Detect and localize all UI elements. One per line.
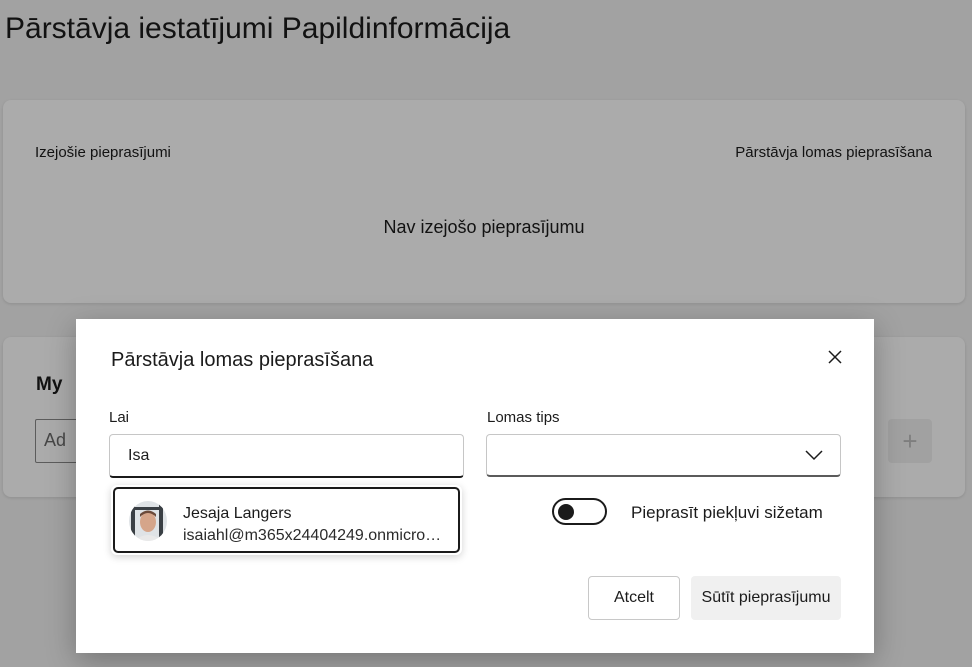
role-type-dropdown[interactable] xyxy=(486,434,841,477)
suggestion-name: Jesaja Langers xyxy=(183,505,292,522)
toggle-knob xyxy=(558,504,574,520)
to-input[interactable]: Isa xyxy=(109,434,464,478)
to-field-label: Lai xyxy=(109,409,130,426)
role-type-label: Lomas tips xyxy=(487,409,560,426)
plot-access-toggle-label: Pieprasīt piekļuvi sižetam xyxy=(631,503,823,522)
plot-access-toggle[interactable] xyxy=(552,498,607,525)
person-photo-icon xyxy=(129,501,167,541)
chevron-down-icon xyxy=(805,450,823,461)
cancel-button[interactable]: Atcelt xyxy=(588,576,680,620)
close-icon xyxy=(828,350,842,364)
suggestion-item[interactable]: Jesaja Langers isaiahl@m365x24404249.onm… xyxy=(113,487,460,553)
people-suggestion-list: Jesaja Langers isaiahl@m365x24404249.onm… xyxy=(111,485,462,555)
close-button[interactable] xyxy=(824,346,846,368)
avatar xyxy=(129,501,167,541)
send-request-button[interactable]: Sūtīt pieprasījumu xyxy=(691,576,841,620)
suggestion-email: isaiahl@m365x24404249.onmicrosoft.com xyxy=(183,527,445,544)
dialog-title: Pārstāvja lomas pieprasīšana xyxy=(111,349,374,371)
